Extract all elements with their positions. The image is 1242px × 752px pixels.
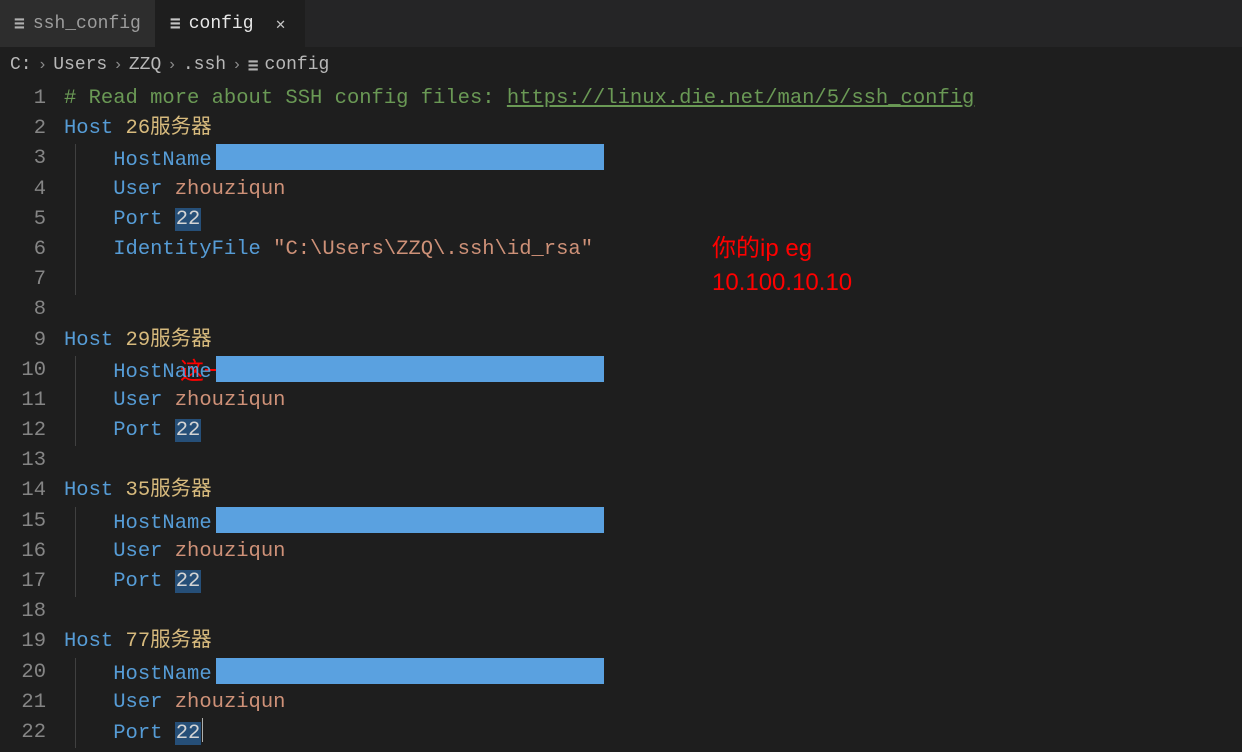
close-icon[interactable]: ✕ (272, 14, 290, 34)
tab-label: ssh_config (33, 14, 141, 34)
code-line[interactable]: Host 35服务器 (64, 476, 1242, 506)
code-area[interactable]: # Read more about SSH config files: http… (64, 82, 1242, 752)
text-cursor (202, 718, 203, 742)
chevron-right-icon: › (232, 56, 242, 74)
code-line[interactable]: Port 22 (64, 718, 1242, 748)
code-line[interactable]: HostName (64, 144, 1242, 174)
breadcrumb-segment[interactable]: Users (53, 55, 107, 75)
editor[interactable]: 你的ip eg 10.100.10.10 这一行等会解释，可以先不加 1 2 3… (0, 82, 1242, 752)
breadcrumb-file[interactable]: config (265, 55, 330, 75)
code-line[interactable]: HostName (64, 507, 1242, 537)
breadcrumb[interactable]: C: › Users › ZZQ › .ssh › ≡ config (0, 48, 1242, 82)
tab-bar: ≡ ssh_config ≡ config ✕ (0, 0, 1242, 48)
breadcrumb-segment[interactable]: .ssh (183, 55, 226, 75)
code-line[interactable]: User zhouziqun (64, 386, 1242, 416)
code-line[interactable]: Host 77服务器 (64, 627, 1242, 657)
code-line[interactable]: User zhouziqun (64, 175, 1242, 205)
code-line[interactable]: Host 29服务器 (64, 326, 1242, 356)
code-line[interactable] (64, 295, 1242, 325)
file-icon: ≡ (248, 55, 259, 76)
code-line[interactable]: Port 22 (64, 416, 1242, 446)
tab-config[interactable]: ≡ config ✕ (156, 0, 305, 47)
line-number-gutter: 1 2 3 4 5 6 7 8 9 10 11 12 13 14 15 16 1… (0, 82, 64, 752)
code-line[interactable]: Host 26服务器 (64, 114, 1242, 144)
code-line[interactable] (64, 265, 1242, 295)
file-icon: ≡ (170, 13, 181, 34)
redacted-ip (216, 356, 604, 382)
breadcrumb-segment[interactable]: C: (10, 55, 32, 75)
code-line[interactable]: IdentityFile "C:\Users\ZZQ\.ssh\id_rsa" (64, 235, 1242, 265)
redacted-ip (216, 144, 604, 170)
breadcrumb-segment[interactable]: ZZQ (129, 55, 161, 75)
code-line[interactable]: Port 22 (64, 205, 1242, 235)
code-line[interactable] (64, 597, 1242, 627)
chevron-right-icon: › (38, 56, 48, 74)
code-line[interactable]: # Read more about SSH config files: http… (64, 84, 1242, 114)
redacted-ip (216, 658, 604, 684)
tab-ssh-config[interactable]: ≡ ssh_config (0, 0, 156, 47)
chevron-right-icon: › (167, 56, 177, 74)
file-icon: ≡ (14, 13, 25, 34)
tab-label: config (189, 14, 254, 34)
code-line[interactable]: Port 22 (64, 567, 1242, 597)
code-line[interactable]: User zhouziqun (64, 537, 1242, 567)
code-line[interactable]: HostName (64, 658, 1242, 688)
code-line[interactable] (64, 446, 1242, 476)
chevron-right-icon: › (113, 56, 123, 74)
code-line[interactable]: User zhouziqun (64, 688, 1242, 718)
redacted-ip (216, 507, 604, 533)
code-line[interactable]: HostName (64, 356, 1242, 386)
